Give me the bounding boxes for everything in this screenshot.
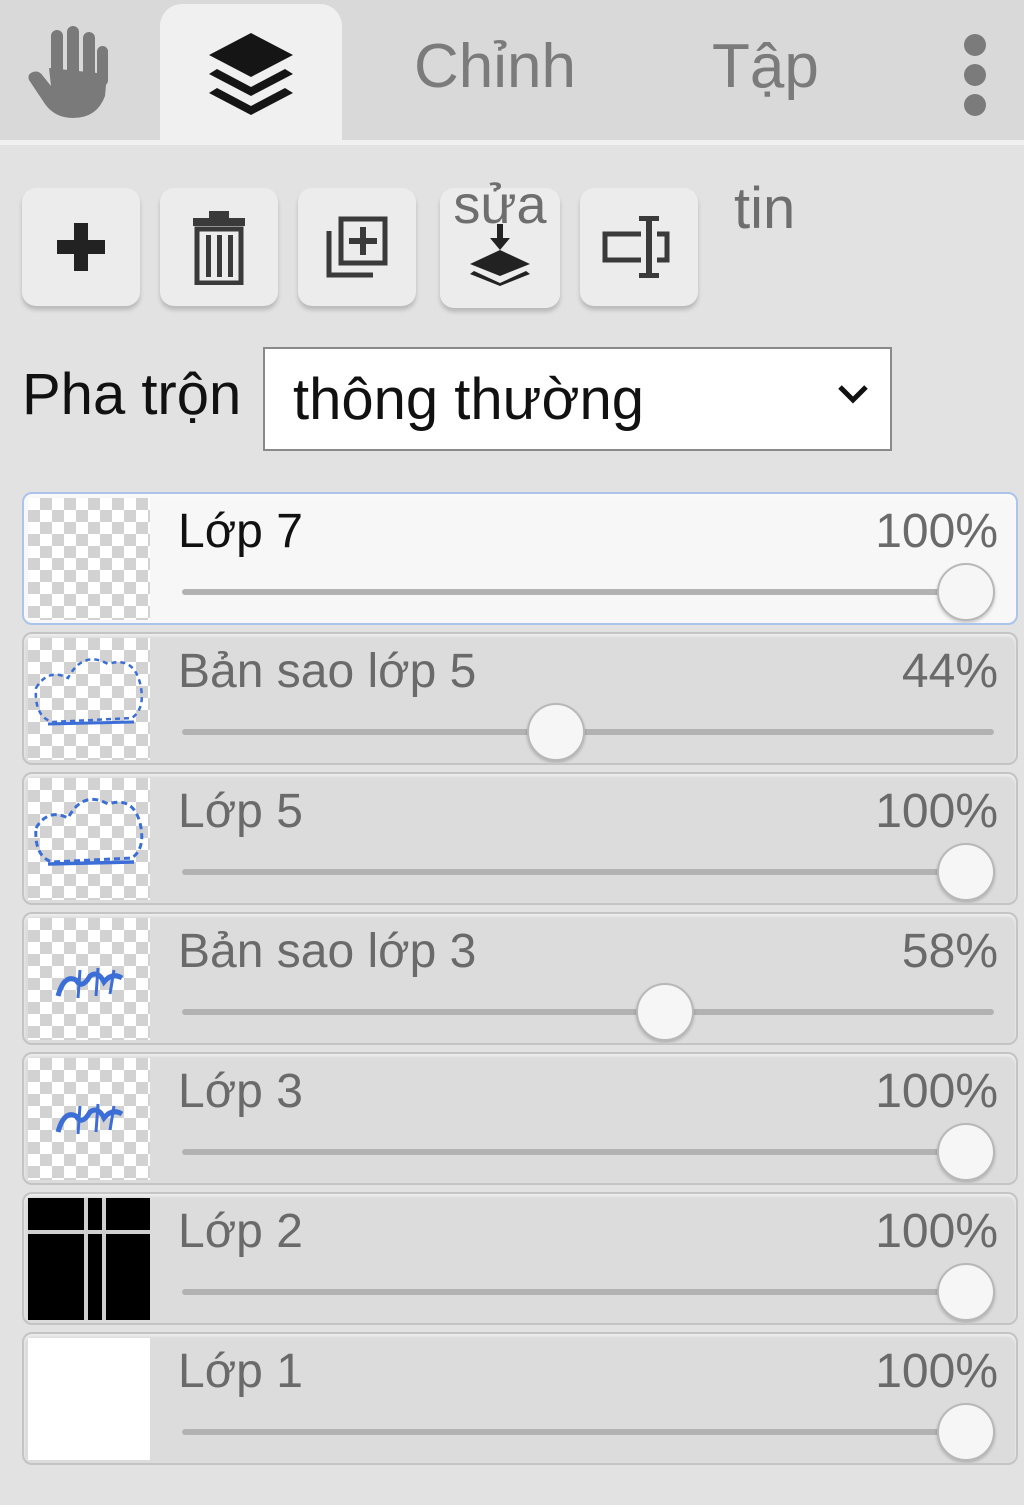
layer-opacity-value: 58% [901, 925, 998, 978]
layer-opacity-value: 100% [875, 1205, 998, 1258]
opacity-slider[interactable] [182, 703, 994, 761]
layer-thumbnail [28, 638, 150, 760]
more-vertical-icon[interactable] [952, 30, 998, 120]
layer-name: Lớp 1 [178, 1345, 303, 1398]
opacity-slider[interactable] [182, 843, 995, 901]
opacity-slider[interactable] [182, 1263, 995, 1321]
layer-name: Lớp 3 [178, 1065, 303, 1118]
tab-bar: Chỉnh Tập [0, 0, 1024, 145]
blend-mode-select[interactable]: thông thường [263, 347, 892, 451]
opacity-slider[interactable] [182, 563, 995, 621]
layer-row[interactable]: Lớp 1 100% [22, 1332, 1018, 1465]
layer-name: Bản sao lớp 3 [178, 925, 477, 978]
layer-row[interactable]: Bản sao lớp 5 44% [22, 632, 1018, 765]
layer-thumbnail [28, 1198, 150, 1320]
tab-file[interactable]: Tập [712, 36, 819, 98]
layer-opacity-value: 100% [875, 785, 998, 838]
chevron-down-icon [838, 385, 868, 404]
layer-thumbnail [28, 1338, 150, 1460]
layer-thumbnail [28, 498, 150, 620]
tab-bar-divider [0, 140, 1024, 145]
opacity-slider-handle[interactable] [937, 1263, 995, 1321]
layer-row[interactable]: Lớp 7 100% [22, 492, 1018, 625]
trash-icon [193, 211, 245, 285]
opacity-slider-handle[interactable] [526, 703, 585, 761]
layer-name: Lớp 7 [178, 505, 303, 558]
opacity-slider-handle[interactable] [636, 983, 695, 1041]
layer-info-label[interactable]: tin [734, 180, 795, 238]
tab-layers[interactable] [160, 4, 342, 145]
rename-layer-button[interactable] [580, 188, 698, 306]
duplicate-icon [326, 216, 388, 278]
opacity-slider[interactable] [182, 983, 994, 1041]
layer-thumbnail [28, 918, 150, 1040]
opacity-slider-handle[interactable] [937, 563, 995, 621]
blend-mode-label: Pha trộn [22, 362, 242, 427]
hand-icon [28, 26, 108, 118]
layer-row[interactable]: Lớp 2 100% [22, 1192, 1018, 1325]
layer-opacity-value: 44% [901, 645, 998, 698]
delete-layer-button[interactable] [160, 188, 278, 306]
layer-row[interactable]: Lớp 5 100% [22, 772, 1018, 905]
layer-thumbnail [28, 1058, 150, 1180]
rename-icon [602, 214, 670, 280]
layer-name: Lớp 2 [178, 1205, 303, 1258]
tab-adjust[interactable]: Chỉnh [414, 36, 576, 98]
tab-hand-tool[interactable] [20, 22, 120, 122]
layer-name: Lớp 5 [178, 785, 303, 838]
opacity-slider[interactable] [182, 1123, 995, 1181]
opacity-slider-handle[interactable] [937, 843, 995, 901]
plus-icon [57, 223, 105, 271]
layer-name: Bản sao lớp 5 [178, 645, 477, 698]
layer-row[interactable]: Lớp 3 100% [22, 1052, 1018, 1185]
merge-down-button[interactable]: sửa [440, 178, 560, 308]
layer-opacity-value: 100% [875, 1065, 998, 1118]
duplicate-layer-button[interactable] [298, 188, 416, 306]
opacity-slider-handle[interactable] [937, 1403, 995, 1461]
opacity-slider-handle[interactable] [937, 1123, 995, 1181]
blend-mode-value: thông thường [293, 367, 645, 432]
layer-opacity-value: 100% [875, 505, 998, 558]
add-layer-button[interactable] [22, 188, 140, 306]
layer-opacity-value: 100% [875, 1345, 998, 1398]
opacity-slider[interactable] [182, 1403, 995, 1461]
merge-down-icon [470, 224, 530, 286]
layers-icon [209, 32, 293, 115]
layer-thumbnail [28, 778, 150, 900]
layer-row[interactable]: Bản sao lớp 3 58% [22, 912, 1018, 1045]
